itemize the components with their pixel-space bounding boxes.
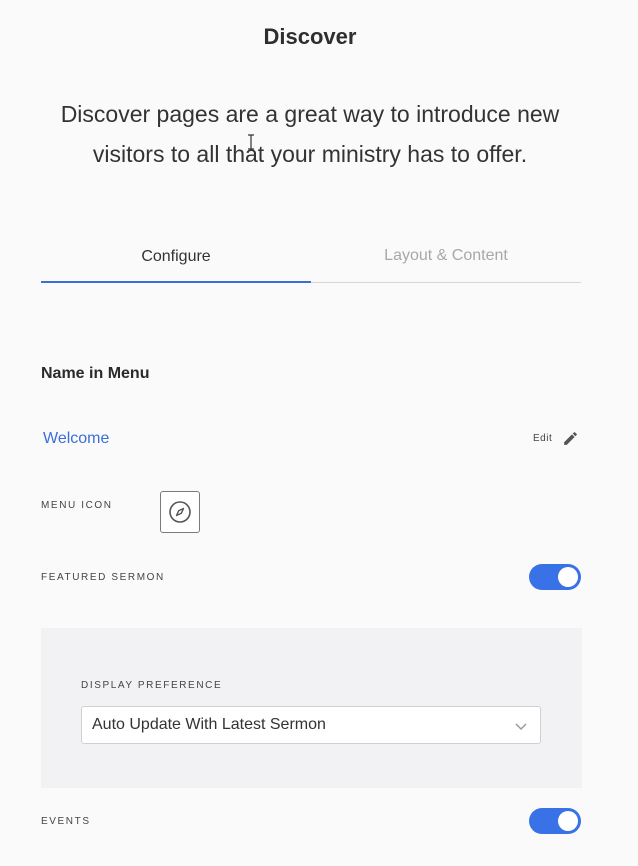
compass-icon (169, 501, 191, 523)
tab-configure[interactable]: Configure (41, 236, 311, 283)
edit-label: Edit (533, 433, 553, 444)
toggle-knob (558, 567, 578, 587)
intro-text: Discover pages are a great way to introd… (60, 101, 560, 167)
featured-sermon-label: FEATURED SERMON (41, 572, 165, 583)
edit-name-button[interactable]: Edit (533, 430, 579, 447)
page-title: Discover (263, 24, 357, 49)
toggle-knob (558, 811, 578, 831)
tab-layout-content[interactable]: Layout & Content (311, 236, 581, 282)
tab-bar: Configure Layout & Content (41, 236, 581, 283)
text-cursor-icon (248, 134, 254, 150)
menu-name-value: Welcome (43, 430, 110, 447)
pencil-icon (564, 432, 578, 445)
events-label: EVENTS (41, 816, 91, 827)
display-preference-value: Auto Update With Latest Sermon (92, 716, 326, 733)
display-preference-panel: DISPLAY PREFERENCE Auto Update With Late… (41, 628, 582, 788)
menu-icon-label: MENU ICON (41, 500, 113, 511)
display-preference-select[interactable]: Auto Update With Latest Sermon (81, 706, 541, 744)
menu-icon-picker[interactable] (160, 491, 200, 533)
events-toggle[interactable] (529, 808, 581, 834)
chevron-down-icon (515, 723, 527, 731)
display-preference-label: DISPLAY PREFERENCE (81, 680, 223, 691)
name-in-menu-heading: Name in Menu (41, 365, 150, 382)
featured-sermon-toggle[interactable] (529, 564, 581, 590)
